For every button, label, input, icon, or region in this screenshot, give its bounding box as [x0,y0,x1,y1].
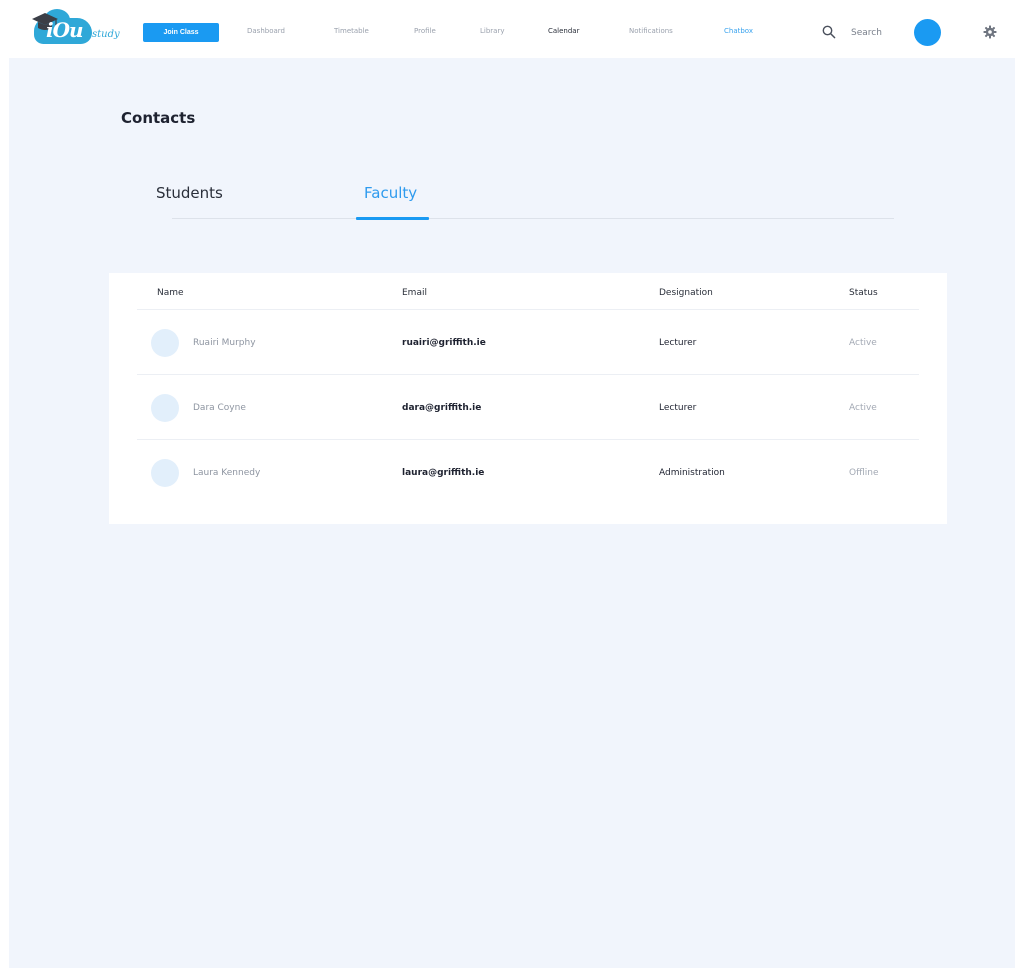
column-header-designation[interactable]: Designation [659,288,713,298]
table-row[interactable]: Laura Kennedy laura@griffith.ie Administ… [109,440,947,505]
join-class-button[interactable]: Join Class [143,23,219,42]
contact-name: Ruairi Murphy [193,338,256,348]
column-header-name[interactable]: Name [157,288,184,298]
column-header-status[interactable]: Status [849,288,878,298]
column-header-email[interactable]: Email [402,288,427,298]
contact-designation: Administration [659,468,725,478]
contact-name: Dara Coyne [193,403,246,413]
contacts-table: Name Email Designation Status Ruairi Mur… [109,273,947,524]
avatar [151,329,179,357]
search-label[interactable]: Search [851,28,882,38]
brand-logo[interactable]: iOu study [30,9,122,48]
user-avatar[interactable] [914,19,941,46]
contact-email[interactable]: ruairi@griffith.ie [402,338,486,348]
search-box[interactable]: Search [822,24,894,42]
status-badge: Active [849,403,877,413]
nav-item-timetable[interactable]: Timetable [334,27,369,35]
main-content: Contacts Students Faculty Name Email Des… [9,58,1015,968]
nav-item-calendar[interactable]: Calendar [548,27,579,35]
nav-item-notifications[interactable]: Notifications [629,27,673,35]
top-navbar: iOu study Join Class Dashboard Timetable… [0,0,1024,58]
gear-icon[interactable] [983,25,997,39]
avatar [151,394,179,422]
status-badge: Active [849,338,877,348]
contact-name: Laura Kennedy [193,468,261,478]
page-title: Contacts [121,109,196,127]
logo-wordmark: study [92,29,120,40]
table-row[interactable]: Ruairi Murphy ruairi@griffith.ie Lecture… [109,310,947,375]
nav-item-chatbox[interactable]: Chatbox [724,27,753,35]
table-row[interactable]: Dara Coyne dara@griffith.ie Lecturer Act… [109,375,947,440]
nav-item-library[interactable]: Library [480,27,504,35]
nav-item-dashboard[interactable]: Dashboard [247,27,285,35]
active-tab-indicator [356,217,429,220]
status-badge: Offline [849,468,879,478]
search-icon[interactable] [822,25,836,39]
logo-letters: iOu [46,18,84,42]
tab-faculty[interactable]: Faculty [364,184,417,202]
contact-designation: Lecturer [659,403,697,413]
tab-divider [172,218,894,219]
avatar [151,459,179,487]
contact-email[interactable]: laura@griffith.ie [402,468,484,478]
contact-designation: Lecturer [659,338,697,348]
tab-students[interactable]: Students [156,184,223,202]
contact-email[interactable]: dara@griffith.ie [402,403,481,413]
nav-item-profile[interactable]: Profile [414,27,436,35]
